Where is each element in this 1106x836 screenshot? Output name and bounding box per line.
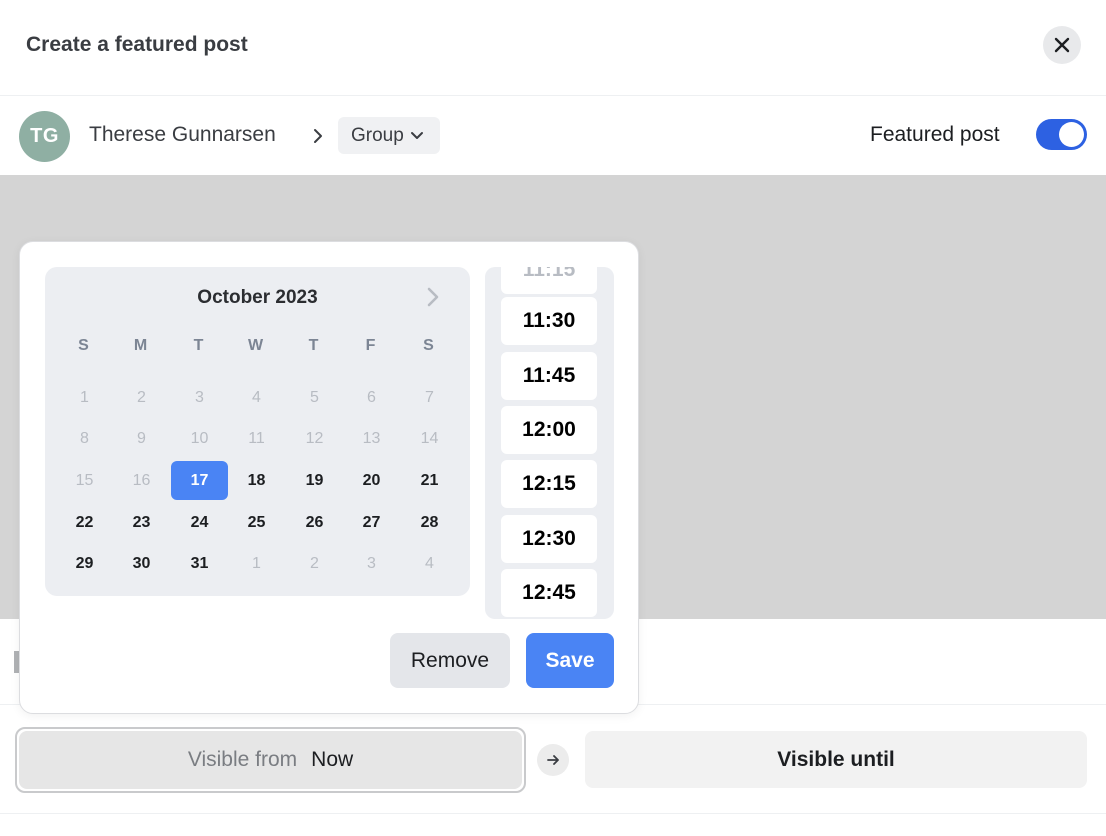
calendar-day[interactable]: 22 [56,503,113,542]
visible-from-button[interactable]: Visible from Now [15,727,526,793]
time-option[interactable]: 11:15 [501,267,597,294]
save-button[interactable]: Save [526,633,614,688]
calendar-day[interactable]: 18 [228,461,285,500]
chevron-down-icon [410,131,423,139]
remove-button[interactable]: Remove [390,633,510,688]
calendar-day: 1 [80,388,89,406]
visible-from-inner: Visible from Now [19,731,522,789]
calendar-day: 13 [362,429,381,447]
time-option[interactable]: 11:30 [501,297,597,345]
weekday-label: T [193,337,204,354]
calendar-day: 11 [248,429,265,447]
featured-post-label: Featured post [870,123,1000,146]
toggle-knob [1059,122,1084,147]
calendar-day: 4 [252,388,261,406]
close-icon [1054,37,1070,53]
calendar-day: 4 [425,554,434,572]
calendar-day[interactable]: 21 [401,461,458,500]
time-option[interactable]: 12:30 [501,515,597,563]
author-name: Therese Gunnarsen [89,123,276,146]
audience-dropdown[interactable]: Group [338,117,440,154]
time-option[interactable]: 12:45 [501,569,597,617]
calendar-day: 5 [310,388,319,406]
visible-from-value: Now [311,748,354,771]
calendar-day: 3 [195,388,204,406]
calendar-day: 7 [425,388,434,406]
calendar-day: 8 [80,429,89,447]
calendar-day: 1 [252,554,261,572]
avatar: TG [19,111,70,162]
calendar-day[interactable]: 24 [171,503,228,542]
weekday-label: S [423,337,434,354]
dialog-header: Create a featured post [0,0,1106,96]
time-option[interactable]: 12:15 [501,460,597,508]
time-list[interactable]: 11:15 11:30 11:45 12:00 12:15 12:30 12:45 [485,267,614,619]
weekday-label: M [133,337,148,354]
calendar-day[interactable]: 19 [286,461,343,500]
divider [0,813,1106,814]
calendar-day[interactable]: 27 [343,503,400,542]
calendar-day[interactable]: 25 [228,503,285,542]
weekday-label: T [308,337,319,354]
calendar: October 2023 SMTWTFS 1 2 3 4 5 6 7 8 9 10 11 12 13 14… [45,267,470,596]
calendar-day: 12 [305,429,324,447]
calendar-day[interactable]: 30 [113,544,170,583]
calendar-day[interactable]: 23 [113,503,170,542]
calendar-day: 9 [137,429,146,447]
calendar-day: 2 [310,554,319,572]
time-option[interactable]: 12:00 [501,406,597,454]
dialog-title: Create a featured post [26,33,248,56]
date-time-popover: October 2023 SMTWTFS 1 2 3 4 5 6 7 8 9 10 11 12 13 14… [19,241,639,714]
calendar-day: 16 [132,471,151,489]
calendar-day: 15 [75,471,94,489]
calendar-day[interactable]: 31 [171,544,228,583]
next-month-button[interactable] [423,285,443,309]
close-button[interactable] [1043,26,1081,64]
calendar-day-selected[interactable]: 17 [171,461,228,500]
weekday-label: W [247,337,264,354]
calendar-day: 6 [367,388,376,406]
arrow-right-icon [537,744,569,776]
calendar-day[interactable]: 29 [56,544,113,583]
author-row: TG Therese Gunnarsen Group Featured post [0,97,1106,175]
calendar-day[interactable]: 26 [286,503,343,542]
calendar-day: 2 [137,388,146,406]
visible-until-button[interactable]: Visible until [585,731,1087,788]
calendar-day: 3 [367,554,376,572]
calendar-day: 14 [420,429,439,447]
weekday-label: S [78,337,89,354]
visible-from-label: Visible from [187,748,298,771]
chevron-right-icon [427,287,439,307]
calendar-day[interactable]: 28 [401,503,458,542]
weekday-header: SMTWTFS [45,337,470,357]
audience-label: Group [351,124,404,146]
month-title: October 2023 [197,287,318,308]
featured-post-toggle[interactable] [1036,119,1087,150]
chevron-right-icon [314,129,322,143]
time-option[interactable]: 11:45 [501,352,597,400]
calendar-day: 10 [190,429,209,447]
calendar-day[interactable]: 20 [343,461,400,500]
weekday-label: F [365,337,376,354]
